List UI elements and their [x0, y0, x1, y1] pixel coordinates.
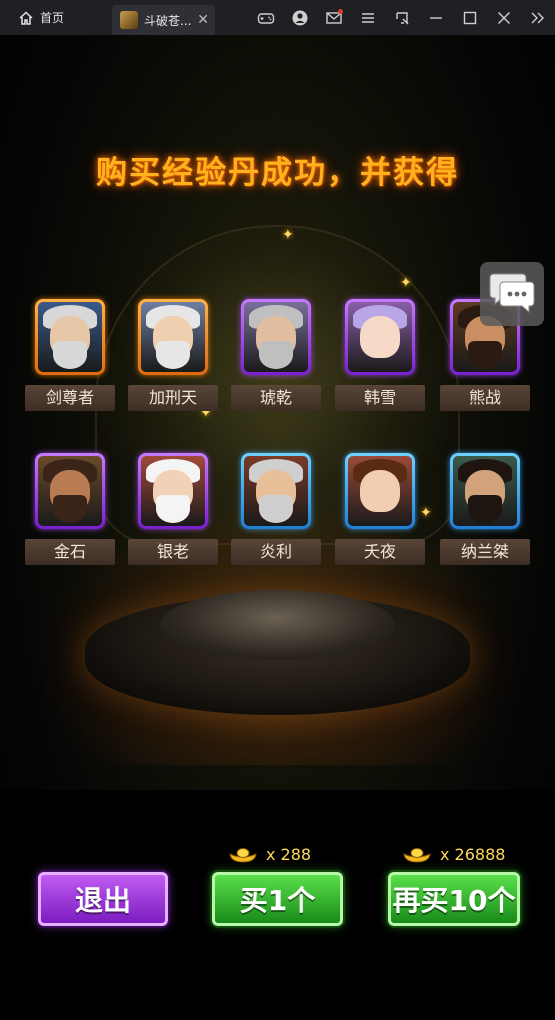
hero-face — [38, 302, 102, 372]
gold-ingot-icon — [403, 847, 431, 863]
user-icon[interactable] — [283, 0, 317, 35]
hero-name: 炎利 — [231, 539, 321, 565]
hero-portrait — [35, 453, 105, 529]
tab-home-label: 首页 — [40, 11, 65, 25]
price-single-value: x 288 — [266, 845, 312, 864]
mail-icon[interactable] — [317, 0, 351, 35]
maximize-icon[interactable] — [453, 0, 487, 35]
hero-face — [348, 456, 412, 526]
hero-face — [38, 456, 102, 526]
hero-portrait — [345, 299, 415, 375]
game-app-icon — [120, 11, 138, 29]
hero-portrait — [138, 453, 208, 529]
gold-ingot-icon — [229, 847, 257, 863]
home-icon — [19, 10, 33, 25]
hero-name: 熊战 — [440, 385, 530, 411]
collapse-icon[interactable] — [521, 0, 555, 35]
minimize-icon[interactable] — [419, 0, 453, 35]
hero-card[interactable]: 剑尊者 — [25, 299, 115, 414]
hero-name: 剑尊者 — [25, 385, 115, 411]
chat-button[interactable] — [480, 262, 544, 326]
hero-card[interactable]: 金石 — [25, 453, 115, 568]
hero-card[interactable]: 银老 — [128, 453, 218, 568]
chat-bubble-icon — [489, 273, 535, 314]
hero-name: 琥乾 — [231, 385, 321, 411]
tab-home[interactable]: 首页 — [0, 0, 112, 35]
hero-portrait — [241, 453, 311, 529]
hero-face — [244, 456, 308, 526]
buy-one-button[interactable]: 买1个 — [212, 872, 343, 926]
gamepad-icon[interactable] — [249, 0, 283, 35]
hero-portrait — [450, 453, 520, 529]
hero-portrait — [345, 453, 415, 529]
sparkle-icon: ✦ — [400, 275, 412, 291]
menu-icon[interactable] — [351, 0, 385, 35]
price-single: x 288 — [228, 845, 311, 864]
hero-name: 纳兰桀 — [440, 539, 530, 565]
hero-name: 银老 — [128, 539, 218, 565]
purchase-success-title: 购买经验丹成功，并获得 — [96, 155, 459, 191]
tab-game-label: 斗破苍... — [144, 13, 192, 28]
close-window-icon[interactable] — [487, 0, 521, 35]
hero-card[interactable]: 琥乾 — [231, 299, 321, 414]
hero-portrait — [241, 299, 311, 375]
tab-game[interactable]: 斗破苍... ✕ — [112, 5, 215, 35]
screenshot-icon[interactable] — [385, 0, 419, 35]
game-screen: ✦ ✦ ✦ ✦ ✦ 购买经验丹成功，并获得 剑尊者加刑天琥乾韩雪熊战金石银老炎利… — [0, 35, 555, 1020]
buy-ten-button[interactable]: 再买10个 — [388, 872, 520, 926]
hero-name: 夭夜 — [335, 539, 425, 565]
sparkle-icon: ✦ — [282, 227, 294, 243]
close-icon[interactable]: ✕ — [197, 12, 209, 28]
hero-name: 金石 — [25, 539, 115, 565]
exit-button[interactable]: 退出 — [38, 872, 168, 926]
hero-face — [348, 302, 412, 372]
price-ten: x 26888 — [402, 845, 505, 864]
pedestal-top — [160, 590, 395, 660]
app-titlebar: 首页 斗破苍... ✕ — [0, 0, 555, 35]
price-ten-value: x 26888 — [440, 845, 506, 864]
hero-name: 韩雪 — [335, 385, 425, 411]
hero-name: 加刑天 — [128, 385, 218, 411]
hero-face — [244, 302, 308, 372]
hero-portrait — [138, 299, 208, 375]
hero-card[interactable]: 韩雪 — [335, 299, 425, 414]
hero-card[interactable]: 加刑天 — [128, 299, 218, 414]
hero-portrait — [35, 299, 105, 375]
notification-dot — [338, 9, 343, 14]
hero-face — [141, 302, 205, 372]
hero-face — [453, 456, 517, 526]
hero-face — [141, 456, 205, 526]
hero-card[interactable]: 夭夜 — [335, 453, 425, 568]
hero-card[interactable]: 炎利 — [231, 453, 321, 568]
hero-card[interactable]: 纳兰桀 — [440, 453, 530, 568]
